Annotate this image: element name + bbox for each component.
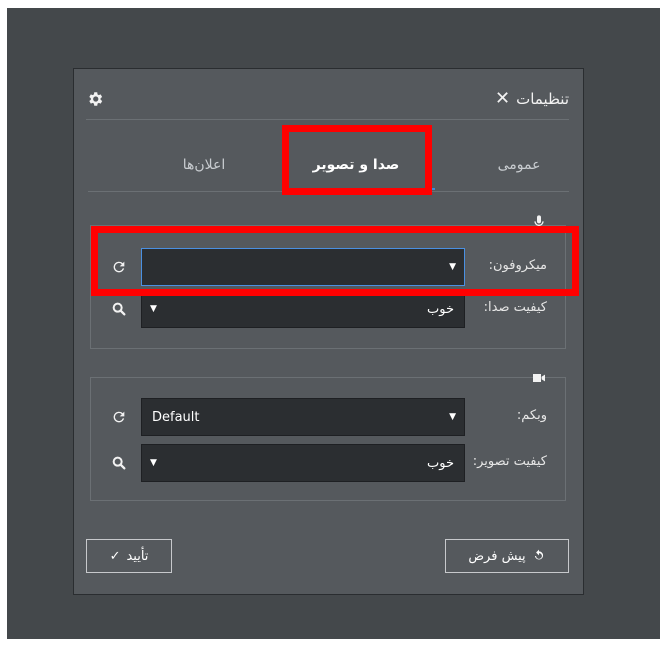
video-quality-value: خوب	[427, 455, 454, 471]
video-quality-select[interactable]: ▼ خوب	[141, 444, 465, 482]
tab-bar: عمومی صدا و تصویر اعلان‌ها	[88, 139, 569, 192]
confirm-button-label: تأیید	[126, 548, 149, 564]
settings-dialog: تنظیمات ✕ عمومی صدا و تصویر اعلان‌ها ▼ م…	[73, 68, 584, 595]
dropdown-arrow-icon: ▼	[150, 304, 157, 314]
dropdown-arrow-icon: ▼	[449, 412, 456, 422]
refresh-icon[interactable]	[111, 259, 127, 275]
close-icon[interactable]: ✕	[495, 90, 510, 108]
reset-default-label: پیش فرض	[468, 548, 526, 564]
reset-icon	[534, 549, 543, 560]
gear-icon[interactable]	[86, 90, 104, 108]
dialog-header: تنظیمات ✕	[86, 79, 569, 120]
active-tab-indicator	[419, 188, 435, 190]
search-icon[interactable]	[111, 455, 127, 471]
confirm-button[interactable]: تأیید ✓	[86, 539, 172, 573]
dialog-title: تنظیمات	[516, 90, 569, 108]
microphone-row: ▼ میکروفون:	[91, 248, 565, 286]
video-camera-icon	[533, 374, 545, 382]
dialog-title-group: تنظیمات ✕	[495, 90, 569, 109]
video-quality-label: کیفیت تصویر:	[472, 454, 547, 469]
webcam-label: وبکم:	[516, 408, 547, 423]
dropdown-arrow-icon: ▼	[150, 458, 157, 468]
tab-general[interactable]: عمومی	[479, 139, 559, 191]
video-settings-group: Default ▼ وبکم: ▼ خوب کیفیت تصویر:	[90, 374, 566, 501]
tab-notifications[interactable]: اعلان‌ها	[164, 139, 244, 191]
webcam-value: Default	[152, 409, 200, 425]
audio-quality-row: ▼ خوب کیفیت صدا:	[91, 290, 565, 328]
webcam-row: Default ▼ وبکم:	[91, 398, 565, 436]
search-icon[interactable]	[111, 301, 127, 317]
video-quality-row: ▼ خوب کیفیت تصویر:	[91, 444, 565, 482]
microphone-icon	[534, 215, 544, 228]
tab-audio-video[interactable]: صدا و تصویر	[290, 139, 422, 191]
audio-quality-select[interactable]: ▼ خوب	[141, 290, 465, 328]
audio-quality-value: خوب	[427, 301, 454, 317]
reset-default-button[interactable]: پیش فرض	[445, 539, 569, 573]
dropdown-arrow-icon: ▼	[449, 262, 456, 272]
audio-quality-label: کیفیت صدا:	[483, 300, 547, 315]
webcam-select[interactable]: Default ▼	[141, 398, 465, 436]
microphone-select[interactable]: ▼	[141, 248, 465, 286]
refresh-icon[interactable]	[111, 409, 127, 425]
audio-settings-group: ▼ میکروفون: ▼ خوب کیفیت صدا:	[90, 215, 566, 349]
checkmark-icon: ✓	[109, 548, 121, 564]
microphone-label: میکروفون:	[488, 258, 547, 273]
